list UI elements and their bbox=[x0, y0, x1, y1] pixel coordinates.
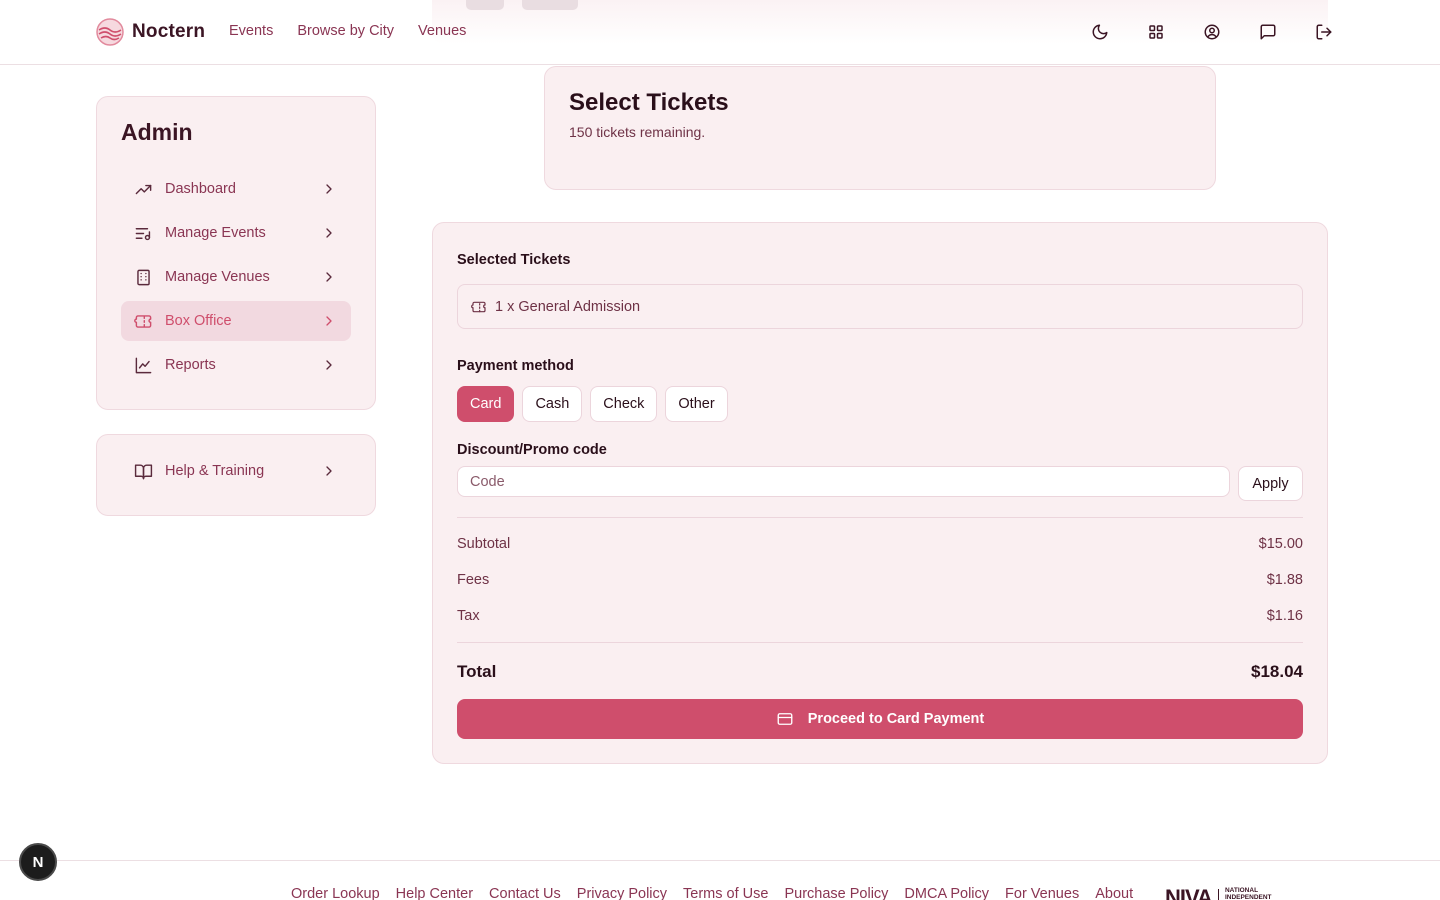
footer-link-terms-of-use[interactable]: Terms of Use bbox=[683, 886, 768, 900]
sidebar-item-manage-venues[interactable]: Manage Venues bbox=[121, 257, 351, 297]
nav-browse-by-city[interactable]: Browse by City bbox=[297, 23, 394, 39]
sidebar-item-label: Dashboard bbox=[165, 181, 236, 197]
selected-ticket-item: 1 x General Admission bbox=[457, 284, 1303, 329]
subtotal-label: Subtotal bbox=[457, 536, 511, 552]
divider bbox=[457, 642, 1303, 643]
credit-card-icon bbox=[777, 713, 793, 725]
payment-other-button[interactable]: Other bbox=[665, 386, 728, 422]
proceed-button-label: Proceed to Card Payment bbox=[807, 711, 985, 727]
fees-row: Fees $1.88 bbox=[457, 572, 1303, 588]
checkout-card: Selected Tickets 1 x General Admission P… bbox=[432, 222, 1328, 764]
footer-link-help-center[interactable]: Help Center bbox=[396, 886, 473, 900]
tax-row: Tax $1.16 bbox=[457, 608, 1303, 624]
logout-icon bbox=[1316, 24, 1332, 40]
tickets-remaining: 150 tickets remaining. bbox=[569, 124, 706, 140]
sidebar-item-dashboard[interactable]: Dashboard bbox=[121, 169, 351, 209]
site-footer: Order Lookup Help Center Contact Us Priv… bbox=[0, 860, 1440, 900]
moon-icon bbox=[1092, 24, 1108, 40]
chart-line-icon bbox=[135, 357, 151, 373]
total-value: $18.04 bbox=[1251, 662, 1303, 681]
footer-link-privacy-policy[interactable]: Privacy Policy bbox=[577, 886, 667, 900]
fees-value: $1.88 bbox=[1266, 572, 1303, 588]
promo-code-label: Discount/Promo code bbox=[457, 442, 607, 458]
tax-value: $1.16 bbox=[1266, 608, 1303, 624]
sidebar-item-label: Box Office bbox=[165, 313, 232, 329]
logout-button[interactable] bbox=[1312, 20, 1336, 44]
proceed-to-card-payment-button[interactable]: Proceed to Card Payment bbox=[457, 699, 1303, 739]
payment-check-button[interactable]: Check bbox=[590, 386, 658, 422]
chevron-right-icon bbox=[326, 184, 332, 194]
sidebar-item-box-office[interactable]: Box Office bbox=[121, 301, 351, 341]
select-tickets-title: Select Tickets bbox=[569, 89, 729, 116]
building-icon bbox=[136, 269, 150, 285]
footer-link-about[interactable]: About bbox=[1095, 886, 1133, 900]
payment-method-group: Card Cash Check Other bbox=[457, 386, 728, 422]
payment-card-button[interactable]: Card bbox=[457, 386, 515, 422]
admin-sidebar: Admin Dashboard Manage Events Manage Ven… bbox=[96, 96, 376, 410]
grid-icon bbox=[1149, 25, 1163, 39]
apply-promo-button[interactable]: Apply bbox=[1238, 466, 1303, 501]
user-circle-icon bbox=[1204, 24, 1220, 40]
nav-venues[interactable]: Venues bbox=[418, 23, 466, 39]
account-button[interactable] bbox=[1200, 20, 1224, 44]
niva-logo[interactable]: NIVA NATIONAL INDEPENDENT bbox=[1165, 887, 1272, 900]
tax-label: Tax bbox=[457, 608, 480, 624]
footer-links: Order Lookup Help Center Contact Us Priv… bbox=[291, 886, 1133, 900]
chevron-right-icon bbox=[326, 360, 332, 370]
list-music-icon bbox=[135, 227, 150, 240]
fees-label: Fees bbox=[457, 572, 490, 588]
promo-code-input[interactable] bbox=[457, 466, 1230, 497]
subtotal-row: Subtotal $15.00 bbox=[457, 536, 1303, 552]
sidebar-item-help-training[interactable]: Help & Training bbox=[121, 451, 351, 491]
trending-up-icon bbox=[135, 184, 151, 194]
book-icon bbox=[134, 463, 152, 479]
subtotal-value: $15.00 bbox=[1258, 536, 1303, 552]
sidebar-item-label: Reports bbox=[165, 357, 216, 373]
divider bbox=[457, 517, 1303, 518]
messages-button[interactable] bbox=[1256, 20, 1280, 44]
apps-button[interactable] bbox=[1144, 20, 1168, 44]
ticket-icon bbox=[133, 314, 151, 328]
top-header: Noctern Events Browse by City Venues bbox=[0, 0, 1440, 65]
footer-link-dmca-policy[interactable]: DMCA Policy bbox=[904, 886, 989, 900]
sidebar-item-label: Help & Training bbox=[165, 463, 265, 479]
chevron-right-icon bbox=[326, 466, 332, 476]
ticket-icon bbox=[471, 301, 486, 312]
total-row: Total $18.04 bbox=[457, 662, 1303, 682]
brand-name: Noctern bbox=[132, 21, 206, 42]
chevron-right-icon bbox=[326, 316, 332, 326]
payment-method-label: Payment method bbox=[457, 358, 574, 374]
footer-link-for-venues[interactable]: For Venues bbox=[1005, 886, 1079, 900]
sidebar-item-label: Manage Venues bbox=[165, 269, 270, 285]
help-sidebar: Help & Training bbox=[96, 434, 376, 516]
sidebar-item-manage-events[interactable]: Manage Events bbox=[121, 213, 351, 253]
select-tickets-card: Select Tickets 150 tickets remaining. bbox=[544, 66, 1216, 190]
selected-ticket-text: 1 x General Admission bbox=[495, 298, 641, 315]
sidebar-item-reports[interactable]: Reports bbox=[121, 345, 351, 385]
nav-events[interactable]: Events bbox=[229, 23, 273, 39]
admin-menu: Dashboard Manage Events Manage Venues Bo… bbox=[121, 169, 351, 389]
payment-cash-button[interactable]: Cash bbox=[522, 386, 583, 422]
brand-logo-icon bbox=[96, 18, 124, 46]
brand-logo[interactable]: Noctern bbox=[96, 18, 205, 46]
footer-link-order-lookup[interactable]: Order Lookup bbox=[291, 886, 380, 900]
header-actions bbox=[1088, 20, 1336, 44]
selected-tickets-label: Selected Tickets bbox=[457, 252, 571, 268]
sidebar-title: Admin bbox=[121, 119, 193, 145]
dev-tools-badge[interactable]: N bbox=[19, 843, 57, 881]
chevron-right-icon bbox=[326, 228, 332, 238]
total-label: Total bbox=[457, 662, 497, 681]
chevron-right-icon bbox=[326, 272, 332, 282]
main-nav: Events Browse by City Venues bbox=[229, 23, 466, 39]
footer-link-purchase-policy[interactable]: Purchase Policy bbox=[784, 886, 888, 900]
footer-link-contact-us[interactable]: Contact Us bbox=[489, 886, 561, 900]
message-icon bbox=[1260, 24, 1276, 40]
theme-toggle-button[interactable] bbox=[1088, 20, 1112, 44]
sidebar-item-label: Manage Events bbox=[165, 225, 266, 241]
